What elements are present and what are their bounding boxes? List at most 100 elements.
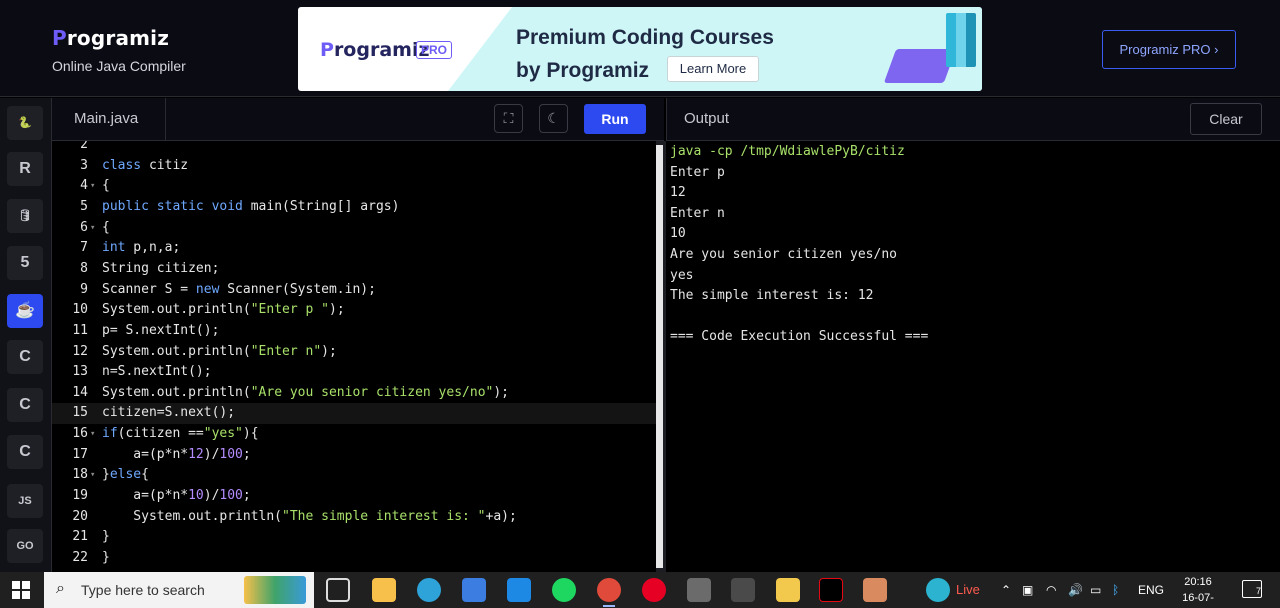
code-line[interactable]: 17 a=(p*n*12)/100; [52, 445, 656, 466]
notifications-icon[interactable]: 7 [1242, 580, 1262, 598]
code-text: System.out.println("Are you senior citiz… [102, 384, 510, 400]
taskbar-search[interactable]: ⌕ Type here to search [44, 572, 314, 608]
code-line[interactable]: 3 class citiz [52, 156, 656, 177]
output-console[interactable]: java -cp /tmp/WdiawlePyB/citiz Enter p 12 E… [666, 141, 1280, 572]
line-number: 6 [80, 219, 88, 235]
cpp-icon[interactable]: C [7, 388, 43, 422]
banner-logo: Programiz [320, 39, 430, 61]
wifi-icon[interactable]: ◠ [1046, 572, 1056, 608]
banner-pro-tag: PRO [416, 41, 453, 59]
clear-button[interactable]: Clear [1190, 103, 1262, 135]
code-line[interactable]: 16 ▾ if(citizen =="yes"){ [52, 424, 656, 445]
output-toolbar: Output Clear [666, 98, 1280, 141]
pinterest-icon[interactable] [642, 578, 666, 602]
code-line[interactable]: 19 a=(p*n*10)/100; [52, 486, 656, 507]
code-line[interactable]: 5 public static void main(String[] args) [52, 197, 656, 218]
live-label: Live [956, 582, 980, 597]
code-line[interactable]: 11 p= S.nextInt(); [52, 321, 656, 342]
fold-toggle-icon[interactable]: ▾ [90, 424, 95, 445]
code-line[interactable]: 10 System.out.println("Enter p "); [52, 300, 656, 321]
fold-toggle-icon[interactable]: ▾ [90, 218, 95, 239]
fold-toggle-icon[interactable]: ▾ [90, 465, 95, 486]
output-line: The simple interest is: 12 [670, 288, 874, 304]
html5-icon[interactable]: 5 [7, 246, 43, 280]
notepad-icon[interactable] [776, 578, 800, 602]
python-icon[interactable]: 🐍 [7, 106, 43, 140]
code-line[interactable]: 21} [52, 527, 656, 548]
code-line[interactable]: 6 ▾ { [52, 218, 656, 239]
chevron-up-icon[interactable]: ⌃ [1001, 572, 1011, 608]
line-number: 4 [80, 178, 88, 194]
task-view-icon[interactable] [326, 578, 350, 602]
panel-divider[interactable] [656, 141, 666, 572]
file-explorer-icon[interactable] [372, 578, 396, 602]
code-text: Scanner S = new Scanner(System.in); [102, 281, 376, 297]
code-text: a=(p*n*10)/100; [102, 488, 251, 504]
database-icon[interactable]: 🛢 [7, 199, 43, 233]
chrome-icon[interactable] [597, 578, 621, 607]
go-icon[interactable]: GO [7, 529, 43, 563]
code-line[interactable]: 12 System.out.println("Enter n"); [52, 342, 656, 363]
input-language[interactable]: ENG [1138, 572, 1164, 608]
clock[interactable]: 20:16 16-07-2024 [1172, 574, 1224, 608]
code-line[interactable]: 8 String citizen; [52, 259, 656, 280]
app-thumbnail-3-icon[interactable] [863, 578, 887, 602]
java-icon[interactable]: ☕ [7, 294, 43, 328]
fold-toggle-icon[interactable]: ▾ [90, 176, 95, 197]
code-text: { [102, 178, 110, 194]
fullscreen-icon[interactable]: ⛶ [494, 104, 523, 133]
programiz-pro-button[interactable]: Programiz PRO › [1102, 30, 1236, 69]
run-button[interactable]: Run [584, 104, 646, 134]
code-text: p= S.nextInt(); [102, 322, 220, 338]
output-command: java -cp /tmp/WdiawlePyB/citiz [670, 144, 905, 159]
clock-time: 20:16 [1184, 576, 1212, 588]
ad-banner[interactable]: Programiz PRO Premium Coding Courses by … [298, 7, 982, 91]
edge-icon[interactable] [417, 578, 441, 602]
code-editor[interactable]: 2 3 class citiz 4 ▾{5 public static void main… [52, 141, 656, 572]
output-line: Enter n [670, 205, 725, 221]
line-number: 21 [72, 529, 88, 545]
dark-mode-icon[interactable]: ☾ [539, 104, 568, 133]
code-text: class citiz [102, 157, 189, 173]
line-number: 3 [80, 157, 88, 173]
live-app-icon[interactable] [926, 578, 950, 602]
microsoft-store-icon[interactable] [462, 578, 486, 602]
csharp-icon[interactable]: C [7, 435, 43, 469]
code-line[interactable]: 22} [52, 548, 656, 569]
c-icon[interactable]: C [7, 340, 43, 374]
javascript-icon[interactable]: JS [7, 484, 43, 518]
code-line[interactable]: 18 ▾}else{ [52, 465, 656, 486]
code-line[interactable]: 14 System.out.println("Are you senior cit… [52, 383, 656, 404]
app-thumbnail-2-icon[interactable] [731, 578, 755, 602]
line-number: 10 [72, 302, 88, 318]
volume-icon[interactable]: 🔊 [1068, 572, 1083, 608]
code-text: String citizen; [102, 260, 220, 276]
code-line[interactable]: 2 [52, 141, 656, 156]
mail-icon[interactable] [507, 578, 531, 602]
r-icon[interactable]: R [7, 152, 43, 186]
bluetooth-icon[interactable]: ᛒ [1112, 572, 1119, 608]
header: Programiz Online Java Compiler Programiz… [0, 0, 1280, 97]
editor-scrollbar[interactable] [656, 145, 663, 568]
battery-icon[interactable]: ▭ [1090, 572, 1101, 608]
code-line[interactable]: 13 n=S.nextInt(); [52, 362, 656, 383]
code-line[interactable]: 7 int p,n,a; [52, 238, 656, 259]
netflix-icon[interactable] [819, 578, 843, 602]
books-icon [946, 13, 976, 67]
programiz-logo[interactable]: Programiz [52, 26, 169, 50]
code-text: System.out.println("The simple interest … [102, 508, 517, 524]
code-line[interactable]: 9 Scanner S = new Scanner(System.in); [52, 280, 656, 301]
line-number: 22 [72, 550, 88, 565]
windows-start-icon[interactable] [12, 581, 30, 599]
spotify-icon[interactable] [552, 578, 576, 602]
learn-more-button[interactable]: Learn More [667, 56, 759, 82]
app-thumbnail-icon[interactable] [687, 578, 711, 602]
line-number: 5 [80, 198, 88, 214]
code-line[interactable]: 20 System.out.println("The simple intere… [52, 507, 656, 528]
code-text: }else{ [102, 467, 149, 483]
code-line[interactable]: 4 ▾ { [52, 176, 656, 197]
output-title: Output [684, 110, 730, 127]
code-line[interactable]: 15 citizen=S.next(); [52, 403, 656, 425]
file-tab-main-java[interactable]: Main.java [52, 98, 166, 141]
camera-icon[interactable]: ▣ [1022, 572, 1033, 608]
